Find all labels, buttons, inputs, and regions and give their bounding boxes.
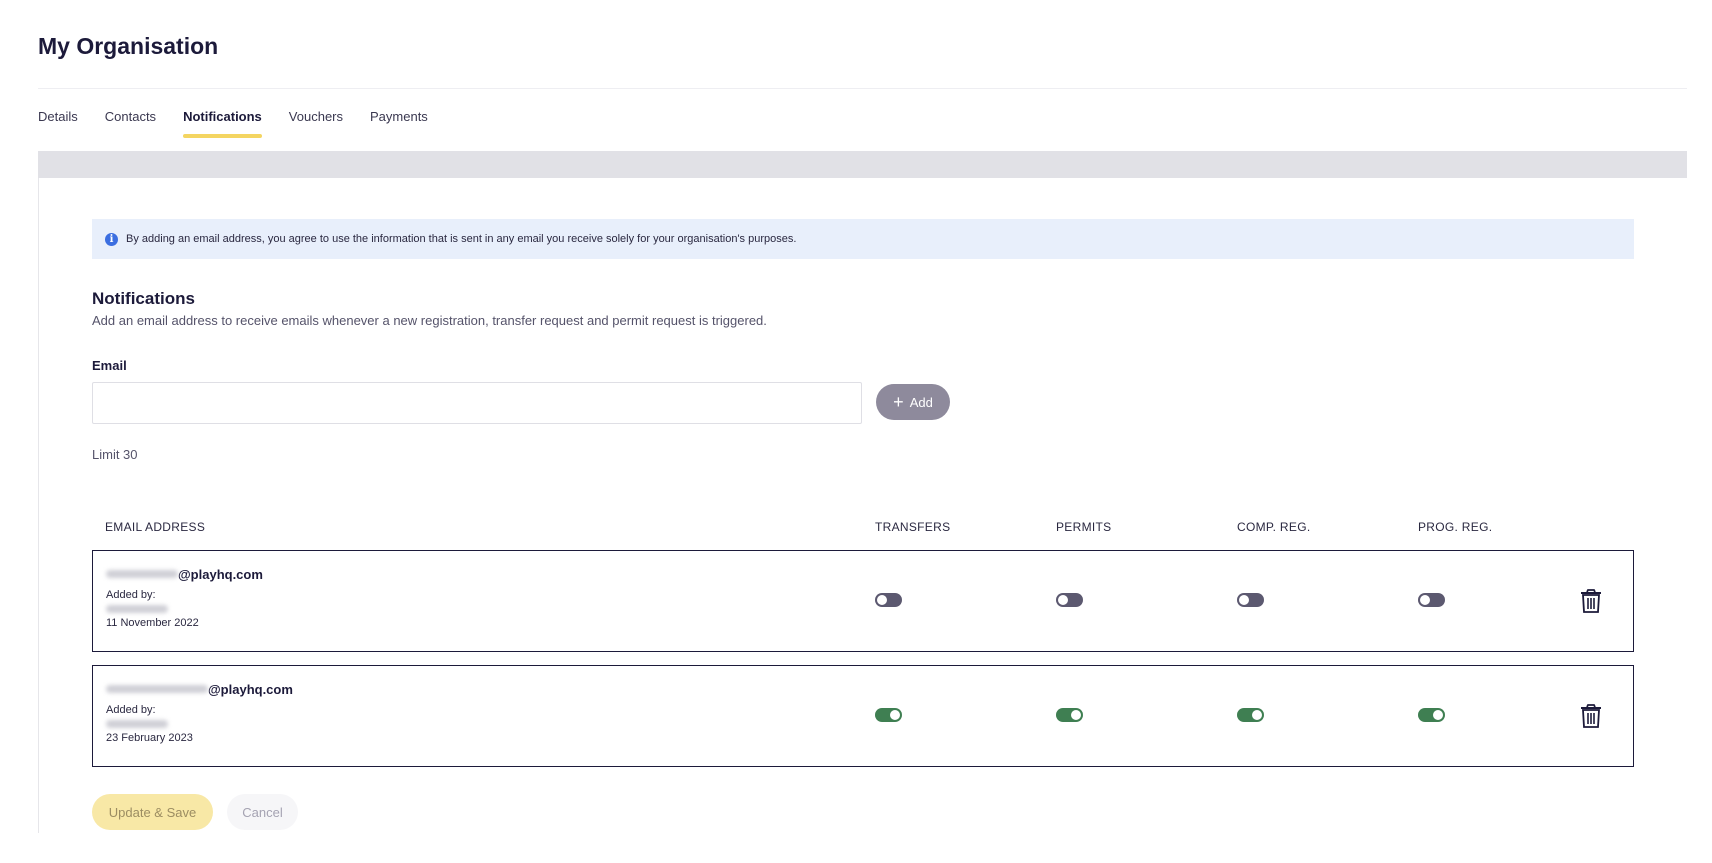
- tab-notifications[interactable]: Notifications: [183, 106, 262, 138]
- added-date: 11 November 2022: [106, 617, 199, 629]
- email-domain: @playhq.com: [178, 566, 263, 582]
- email-limit-text: Limit 30: [92, 447, 138, 462]
- info-icon: i: [105, 232, 118, 246]
- toggle-knob: [1251, 709, 1263, 721]
- toggle-knob: [889, 709, 901, 721]
- added-date: 23 February 2023: [106, 732, 193, 744]
- comp-reg-toggle[interactable]: [1237, 708, 1264, 722]
- comp-reg-toggle[interactable]: [1237, 593, 1264, 607]
- email-input[interactable]: [92, 382, 862, 424]
- transfers-toggle[interactable]: [875, 593, 902, 607]
- email-address: @playhq.com: [106, 680, 293, 698]
- page-header: My Organisation: [38, 0, 1687, 89]
- add-button-label: Add: [909, 394, 933, 410]
- plus-icon: +: [893, 392, 904, 412]
- section-divider-band: [38, 151, 1687, 178]
- column-header-permits: PERMITS: [1056, 520, 1112, 534]
- table-row: @playhq.com Added by: 23 February 2023: [92, 665, 1634, 767]
- transfers-toggle[interactable]: [875, 708, 902, 722]
- redacted-email-user: [106, 570, 178, 578]
- tab-details[interactable]: Details: [38, 106, 78, 136]
- tab-vouchers[interactable]: Vouchers: [289, 106, 343, 136]
- permits-toggle[interactable]: [1056, 593, 1083, 607]
- added-by-name: [106, 601, 263, 617]
- page-title: My Organisation: [38, 33, 219, 59]
- column-header-prog-reg: PROG. REG.: [1418, 520, 1493, 534]
- column-header-transfers: TRANSFERS: [875, 520, 951, 534]
- added-by-label: Added by:: [106, 704, 156, 716]
- redacted-added-by-name: [106, 605, 168, 613]
- add-email-button[interactable]: + Add: [876, 384, 950, 420]
- email-address: @playhq.com: [106, 565, 263, 583]
- cancel-button[interactable]: Cancel: [227, 794, 298, 830]
- redacted-email-user: [106, 685, 208, 693]
- email-domain: @playhq.com: [208, 681, 293, 697]
- prog-reg-toggle[interactable]: [1418, 708, 1445, 722]
- toggle-knob: [1238, 594, 1250, 606]
- redacted-added-by-name: [106, 720, 168, 728]
- email-cell: @playhq.com Added by: 11 November 2022: [106, 565, 263, 629]
- email-cell: @playhq.com Added by: 23 February 2023: [106, 680, 293, 744]
- notifications-title: Notifications: [92, 289, 195, 308]
- table-row: @playhq.com Added by: 11 November 2022: [92, 550, 1634, 652]
- info-banner: i By adding an email address, you agree …: [92, 219, 1634, 259]
- column-header-comp-reg: COMP. REG.: [1237, 520, 1311, 534]
- permits-toggle[interactable]: [1056, 708, 1083, 722]
- added-by-label: Added by:: [106, 589, 156, 601]
- toggle-knob: [876, 594, 888, 606]
- prog-reg-toggle[interactable]: [1418, 593, 1445, 607]
- column-header-email: EMAIL ADDRESS: [105, 520, 206, 534]
- trash-icon[interactable]: [1580, 704, 1602, 728]
- content-left-border: [38, 178, 39, 833]
- tab-bar: Details Contacts Notifications Vouchers …: [38, 106, 455, 138]
- added-by-name: [106, 716, 293, 732]
- update-save-button[interactable]: Update & Save: [92, 794, 213, 830]
- trash-icon[interactable]: [1580, 589, 1602, 613]
- email-label: Email: [92, 358, 127, 373]
- toggle-knob: [1419, 594, 1431, 606]
- tab-payments[interactable]: Payments: [370, 106, 428, 136]
- toggle-knob: [1070, 709, 1082, 721]
- toggle-knob: [1432, 709, 1444, 721]
- notifications-description: Add an email address to receive emails w…: [92, 313, 767, 328]
- tab-contacts[interactable]: Contacts: [105, 106, 156, 136]
- info-banner-text: By adding an email address, you agree to…: [126, 233, 797, 245]
- toggle-knob: [1057, 594, 1069, 606]
